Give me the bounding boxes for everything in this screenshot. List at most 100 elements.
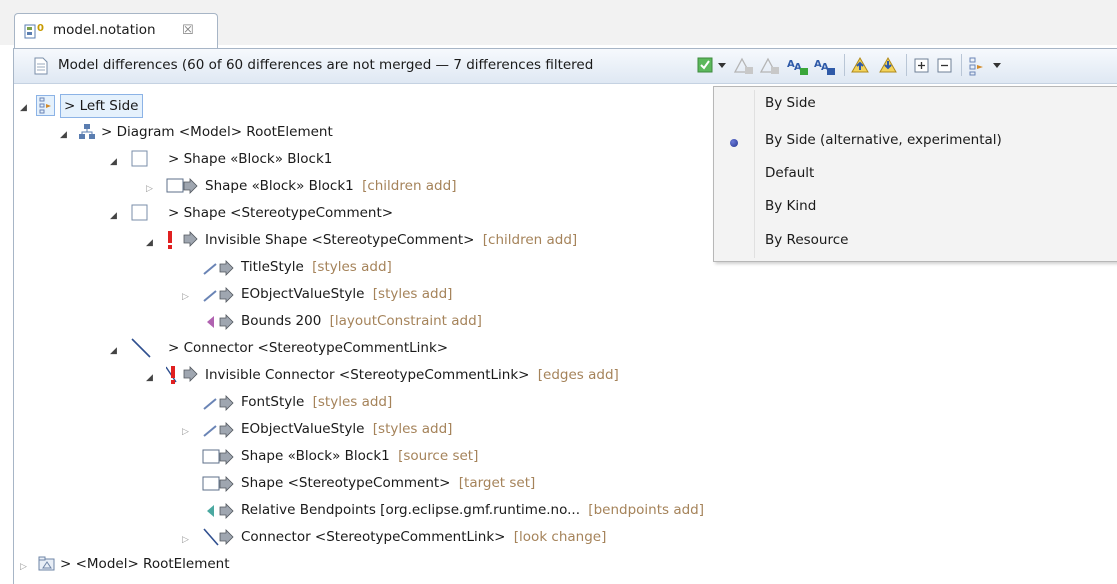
tree-row-bounds[interactable]: Bounds 200 [layoutConstraint add] [241, 309, 482, 333]
next-difference-icon[interactable] [878, 55, 900, 77]
collapse-toggle[interactable]: ▷ [182, 535, 189, 545]
reject-change-icon[interactable] [759, 56, 781, 76]
collapse-toggle[interactable]: ▷ [146, 184, 153, 194]
expand-all-icon[interactable] [914, 58, 930, 74]
shape-set-icon [202, 449, 234, 465]
toolbar-title: Model differences (60 of 60 differences … [58, 57, 594, 73]
group-by-menu: By Side By Side (alternative, experiment… [713, 86, 1117, 262]
tab-model-notation[interactable]: 0 model.notation ☒ [14, 13, 218, 50]
tree-row-connector-look[interactable]: Connector <StereotypeCommentLink> [look … [241, 525, 606, 549]
side-group-icon [36, 95, 55, 116]
tree-row-shape-block[interactable]: > Shape «Block» Block1 [168, 147, 332, 171]
style-add-icon [203, 260, 234, 276]
expand-toggle[interactable]: ◢ [20, 103, 27, 113]
shape-icon [131, 150, 148, 167]
group-by-dropdown-icon[interactable] [992, 62, 1002, 70]
menu-item-by-side[interactable]: By Side [765, 95, 816, 111]
row-label: > Diagram <Model> RootElement [101, 124, 333, 140]
expand-toggle[interactable]: ◢ [110, 211, 117, 221]
svg-text:0: 0 [37, 23, 44, 34]
filter-dropdown-icon[interactable] [717, 62, 727, 70]
row-label: EObjectValueStyle [241, 421, 365, 437]
tree-row-bendpoints[interactable]: Relative Bendpoints [org.eclipse.gmf.run… [241, 498, 704, 522]
toolbar-separator [906, 54, 907, 76]
connector-change-icon [203, 528, 234, 546]
row-change-hint: [styles add] [372, 286, 453, 302]
menu-item-by-resource[interactable]: By Resource [765, 232, 848, 248]
tree-row-title-style[interactable]: TitleStyle [styles add] [241, 255, 392, 279]
tab-close-icon[interactable]: ☒ [182, 23, 194, 38]
row-label: > Shape «Block» Block1 [168, 151, 333, 167]
menu-item-default[interactable]: Default [765, 165, 814, 181]
connector-icon [131, 338, 151, 358]
menu-item-by-side-alternative[interactable]: By Side (alternative, experimental) [765, 132, 1002, 148]
bounds-add-icon [207, 314, 234, 330]
group-by-icon[interactable] [968, 56, 988, 76]
row-change-hint: [edges add] [537, 367, 619, 383]
accept-all-icon[interactable]: A A [786, 56, 810, 76]
row-change-hint: [source set] [398, 448, 479, 464]
filter-checkbox-icon[interactable] [697, 57, 713, 73]
row-label: Bounds 200 [241, 313, 322, 329]
notation-file-icon: 0 [24, 23, 44, 39]
diagram-icon [79, 124, 95, 139]
toolbar-separator [844, 54, 845, 76]
row-label: Shape «Block» Block1 [241, 448, 390, 464]
tree-row-connector[interactable]: > Connector <StereotypeCommentLink> [168, 336, 448, 360]
row-change-hint: [look change] [513, 529, 607, 545]
accept-change-icon[interactable] [733, 56, 755, 76]
row-change-hint: [layoutConstraint add] [329, 313, 482, 329]
row-change-hint: [children add] [362, 178, 457, 194]
tab-title: model.notation [53, 22, 156, 38]
shape-icon [131, 204, 148, 221]
conflict-add-icon [168, 231, 198, 249]
shape-set-icon [202, 476, 234, 492]
row-label: TitleStyle [241, 259, 304, 275]
style-add-icon [203, 395, 234, 411]
tree-row-shape-target[interactable]: Shape <StereotypeComment> [target set] [241, 471, 535, 495]
tree-row-invisible-shape[interactable]: Invisible Shape <StereotypeComment> [chi… [205, 228, 577, 252]
bendpoints-add-icon [207, 503, 234, 519]
previous-difference-icon[interactable] [850, 55, 872, 77]
tree-row-left-side[interactable]: > Left Side [60, 94, 143, 118]
model-differences-toolbar: Model differences (60 of 60 differences … [14, 49, 1117, 84]
document-icon [34, 57, 48, 75]
expand-toggle[interactable]: ◢ [110, 346, 117, 356]
collapse-toggle[interactable]: ▷ [20, 562, 27, 572]
tree-row-shape-block-children[interactable]: Shape «Block» Block1 [children add] [205, 174, 456, 198]
style-add-icon [203, 422, 234, 438]
tree-row-eobject-style[interactable]: EObjectValueStyle [styles add] [241, 417, 452, 441]
collapse-all-icon[interactable] [937, 58, 953, 74]
row-label: Shape «Block» Block1 [205, 178, 354, 194]
expand-toggle[interactable]: ◢ [146, 373, 153, 383]
menu-item-by-kind[interactable]: By Kind [765, 198, 816, 214]
row-change-hint: [styles add] [372, 421, 453, 437]
row-label: Invisible Shape <StereotypeComment> [205, 232, 475, 248]
tree-row-model-root[interactable]: > <Model> RootElement [60, 552, 230, 576]
row-change-hint: [target set] [458, 475, 536, 491]
conflict-add-icon [166, 366, 198, 384]
row-label: EObjectValueStyle [241, 286, 365, 302]
tree-row-diagram[interactable]: > Diagram <Model> RootElement [101, 120, 333, 144]
row-change-hint: [bendpoints add] [588, 502, 704, 518]
model-package-icon [38, 556, 55, 571]
tree-row-eobject-style[interactable]: EObjectValueStyle [styles add] [241, 282, 452, 306]
row-change-hint: [styles add] [312, 259, 392, 275]
tree-row-invisible-connector[interactable]: Invisible Connector <StereotypeCommentLi… [205, 363, 619, 387]
expand-toggle[interactable]: ◢ [146, 238, 153, 248]
reject-all-icon[interactable]: A A [813, 56, 837, 76]
menu-gutter [714, 87, 754, 261]
collapse-toggle[interactable]: ▷ [182, 427, 189, 437]
style-add-icon [203, 287, 234, 303]
collapse-toggle[interactable]: ▷ [182, 292, 189, 302]
row-label: Invisible Connector <StereotypeCommentLi… [205, 367, 530, 383]
shape-add-icon [166, 178, 198, 194]
expand-toggle[interactable]: ◢ [60, 130, 67, 140]
row-label: > Shape <StereotypeComment> [168, 205, 394, 221]
row-label: > Connector <StereotypeCommentLink> [168, 340, 449, 356]
tree-row-shape-stereotype[interactable]: > Shape <StereotypeComment> [168, 201, 393, 225]
tree-row-shape-source[interactable]: Shape «Block» Block1 [source set] [241, 444, 478, 468]
row-label: Connector <StereotypeCommentLink> [241, 529, 506, 545]
tree-row-font-style[interactable]: FontStyle [styles add] [241, 390, 392, 414]
expand-toggle[interactable]: ◢ [110, 157, 117, 167]
